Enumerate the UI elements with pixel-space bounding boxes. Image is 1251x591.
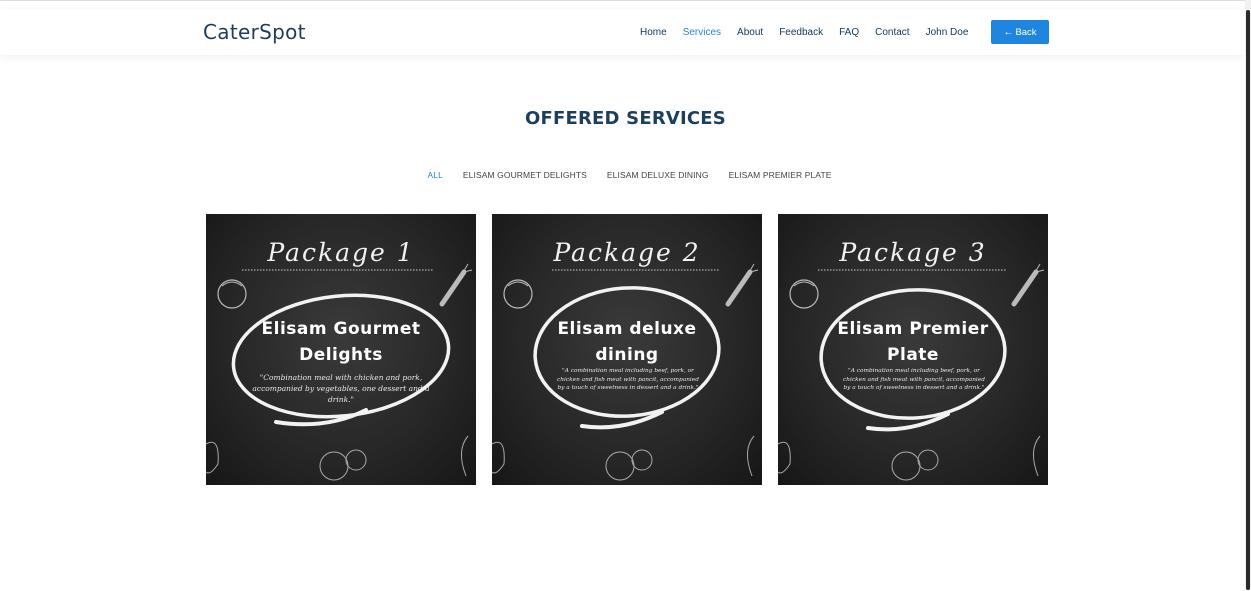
nav-feedback[interactable]: Feedback (779, 27, 823, 38)
portfolio-filters: ALL ELISAM GOURMET DELIGHTS ELISAM DELUX… (0, 170, 1251, 180)
main-nav: Home Services About Feedback FAQ Contact… (640, 9, 984, 55)
page-scrollbar[interactable] (1245, 0, 1251, 591)
package-name: Elisam Gourmet Delights (261, 319, 421, 365)
package-title: Package 1 (267, 238, 415, 267)
package-description: "A combination meal including beef, pork… (557, 368, 699, 392)
scrollbar-thumb[interactable] (1246, 10, 1250, 590)
package-description: "Combination meal with chicken and pork,… (252, 373, 430, 404)
section-title: OFFERED SERVICES (525, 108, 726, 129)
nav-services[interactable]: Services (683, 27, 721, 38)
package-card-1[interactable]: Package 1 Elisam Gourmet Delights "Combi… (206, 214, 476, 485)
filter-all[interactable]: ALL (427, 170, 442, 180)
nav-faq[interactable]: FAQ (839, 27, 859, 38)
back-button[interactable]: ← Back (991, 20, 1049, 44)
package-gallery: Package 1 Elisam Gourmet Delights "Combi… (206, 214, 1064, 485)
package-description: "A combination meal including beef, pork… (843, 368, 985, 392)
brand-logo[interactable]: CaterSpot (203, 20, 306, 44)
package-name: Elisam Premier Plate (837, 319, 989, 365)
nav-about[interactable]: About (737, 27, 763, 38)
back-button-label: Back (1015, 26, 1037, 38)
nav-user-john-doe[interactable]: John Doe (926, 27, 969, 38)
filter-gourmet-delights[interactable]: ELISAM GOURMET DELIGHTS (463, 170, 587, 180)
filter-deluxe-dining[interactable]: ELISAM DELUXE DINING (607, 170, 709, 180)
package-title: Package 3 (839, 238, 987, 267)
nav-contact[interactable]: Contact (875, 27, 909, 38)
package-title: Package 2 (553, 238, 701, 267)
filter-premier-plate[interactable]: ELISAM PREMIER PLATE (729, 170, 832, 180)
package-card-3[interactable]: Package 3 Elisam Premier Plate "A combin… (778, 214, 1048, 485)
window-top-edge (0, 0, 1251, 9)
package-name: Elisam deluxe dining (557, 319, 697, 365)
nav-home[interactable]: Home (640, 27, 667, 38)
top-navbar: CaterSpot Home Services About Feedback F… (0, 9, 1245, 55)
package-card-2[interactable]: Package 2 Elisam deluxe dining "A combin… (492, 214, 762, 485)
arrow-left-icon: ← (1003, 26, 1014, 38)
